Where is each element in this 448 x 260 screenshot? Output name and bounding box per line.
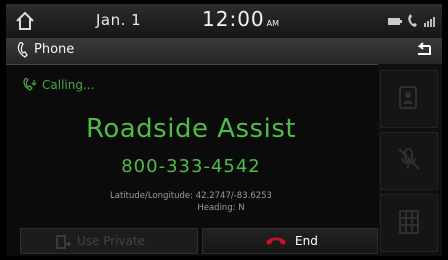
time-display: 12:00 AM — [202, 7, 279, 31]
keypad-icon — [399, 210, 419, 234]
end-call-label: End — [295, 234, 318, 248]
bluetooth-phone-icon — [408, 14, 417, 27]
use-private-button[interactable]: Use Private — [20, 228, 198, 254]
time-value: 12:00 — [202, 7, 265, 31]
status-bar: Jan. 1 12:00 AM — [6, 4, 442, 38]
title-bar: Phone — [6, 38, 442, 65]
contact-name: Roadside Assist — [85, 114, 297, 144]
mute-mic-icon — [398, 148, 420, 170]
back-arrow-icon[interactable] — [410, 41, 436, 61]
use-private-label: Use Private — [77, 234, 146, 248]
end-call-button[interactable]: End — [202, 228, 378, 254]
phone-call-screen: Jan. 1 12:00 AM Phone Calling... Roadside… — [6, 4, 442, 256]
signal-icon — [424, 17, 435, 27]
phone-number: 800-333-4542 — [121, 156, 261, 177]
date-display: Jan. 1 — [96, 11, 142, 29]
private-phone-icon — [56, 235, 71, 249]
outgoing-call-icon — [23, 78, 37, 91]
heading-info: Heading: N — [197, 203, 245, 213]
gps-coordinates: Latitude/Longitude: 42.2747/-83.6253 — [110, 191, 272, 201]
ampm-indicator: AM — [266, 19, 280, 28]
phone-handset-icon — [17, 42, 28, 58]
contacts-button[interactable] — [380, 70, 438, 128]
end-call-icon — [266, 237, 286, 245]
gps-info: Latitude/Longitude: 42.2747/-83.6253 Hea… — [6, 190, 376, 214]
side-panel — [378, 64, 442, 256]
keypad-button[interactable] — [380, 194, 438, 252]
contacts-icon — [399, 86, 417, 109]
page-title: Phone — [34, 42, 75, 57]
battery-icon — [388, 17, 402, 25]
call-status: Calling... — [42, 78, 95, 92]
mute-button[interactable] — [380, 132, 438, 190]
home-icon[interactable] — [14, 10, 36, 32]
